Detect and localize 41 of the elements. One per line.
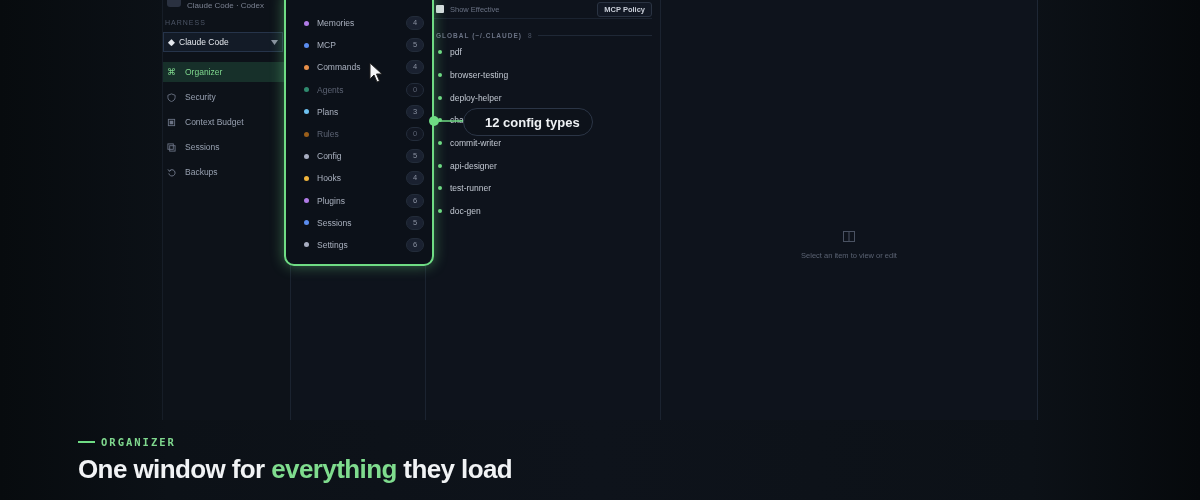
caret-icon [271, 39, 278, 45]
list-item[interactable]: browser-testing [450, 70, 509, 81]
bullet-icon [438, 141, 442, 146]
list-item[interactable]: commit-writer [450, 138, 501, 149]
split-pane-icon [843, 231, 855, 242]
list-item[interactable]: api-designer [450, 160, 497, 171]
category-item[interactable]: Config [317, 151, 398, 162]
sidebar-item[interactable]: Sessions [163, 137, 290, 157]
undo-icon [167, 167, 176, 177]
bullet-icon [438, 186, 442, 191]
sidebar-item[interactable]: Backups [163, 162, 290, 182]
shield-icon [167, 92, 176, 102]
sidebar-item[interactable]: Security [163, 87, 290, 107]
checkbox[interactable] [436, 5, 444, 13]
square-icon [167, 117, 176, 127]
callout-label: 12 config types [463, 108, 593, 136]
list-item[interactable]: pdf [450, 47, 462, 58]
list-item[interactable]: doc-gen [450, 206, 481, 217]
category-item[interactable]: Plugins [317, 195, 398, 206]
headline: One window for everything they load [78, 454, 514, 485]
category-item[interactable]: Commands [317, 62, 398, 73]
list-item[interactable]: deploy-helper [450, 92, 502, 103]
bullet-icon [438, 209, 442, 214]
harness-dropdown[interactable]: ◆ Claude Code [163, 32, 283, 52]
bullet-icon [438, 118, 442, 123]
category-item[interactable]: MCP [317, 40, 398, 51]
copy-icon [167, 142, 176, 152]
bullet-icon [438, 163, 442, 168]
category-item[interactable]: Sessions [317, 217, 398, 228]
cursor-icon [369, 62, 384, 84]
category-item[interactable]: Hooks [317, 173, 398, 184]
bullet-icon [438, 95, 442, 100]
account-label: Claude Code · Codex [187, 0, 264, 10]
command-icon: ⌘ [167, 67, 176, 77]
section-eyebrow: ORGANIZER [101, 436, 176, 448]
list-item[interactable]: test-runner [450, 183, 492, 194]
bullet-icon [438, 73, 442, 78]
category-item[interactable]: Memories [317, 18, 398, 29]
bullet-icon [438, 50, 442, 55]
category-item[interactable]: Plans [317, 106, 398, 117]
category-item[interactable]: Settings [317, 239, 398, 250]
